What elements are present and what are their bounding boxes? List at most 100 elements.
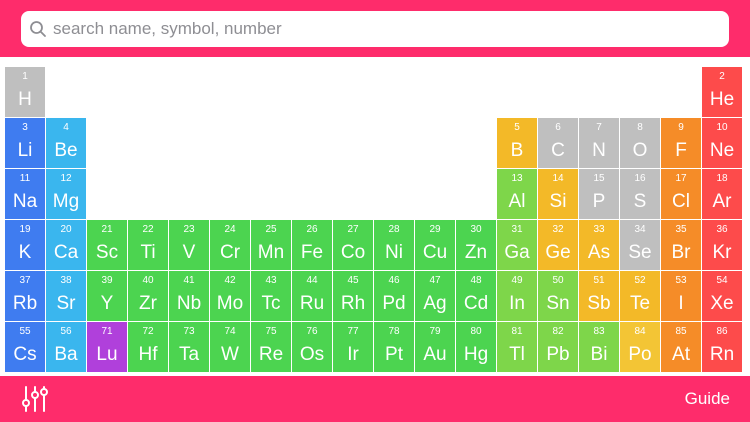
search-icon — [30, 21, 46, 37]
element-cell-o[interactable]: 8O — [620, 118, 660, 168]
search-bar[interactable] — [21, 11, 729, 47]
element-cell-f[interactable]: 9F — [661, 118, 701, 168]
element-cell-ge[interactable]: 32 Ge — [538, 220, 578, 270]
element-cell-p[interactable]: 15 P — [579, 169, 619, 219]
element-cell-pd[interactable]: 46 Pd — [374, 271, 414, 321]
element-cell-re[interactable]: 75 Re — [251, 322, 291, 372]
element-cell-si[interactable]: 14 Si — [538, 169, 578, 219]
element-cell-hf[interactable]: 72 Hf — [128, 322, 168, 372]
element-cell-tc[interactable]: 43 Tc — [251, 271, 291, 321]
element-cell-ir[interactable]: 77 Ir — [333, 322, 373, 372]
element-cell-ti[interactable]: 22 Ti — [128, 220, 168, 270]
element-cell-ag[interactable]: 47 Ag — [415, 271, 455, 321]
element-cell-os[interactable]: 76 Os — [292, 322, 332, 372]
element-cell-h[interactable]: 1H — [5, 67, 45, 117]
element-cell-xe[interactable]: 54 Xe — [702, 271, 742, 321]
element-cell-se[interactable]: 34 Se — [620, 220, 660, 270]
element-cell-rn[interactable]: 86 Rn — [702, 322, 742, 372]
element-cell-al[interactable]: 13 Al — [497, 169, 537, 219]
element-cell-rh[interactable]: 45 Rh — [333, 271, 373, 321]
element-symbol: Be — [54, 140, 78, 161]
atomic-number: 52 — [634, 275, 646, 286]
element-cell-zn[interactable]: 30 Zn — [456, 220, 496, 270]
element-cell-i[interactable]: 53 I — [661, 271, 701, 321]
element-symbol: F — [675, 140, 687, 161]
element-symbol: Cl — [672, 191, 690, 212]
element-cell-nb[interactable]: 41 Nb — [169, 271, 209, 321]
element-cell-au[interactable]: 79 Au — [415, 322, 455, 372]
element-symbol: Si — [549, 191, 567, 212]
element-cell-sb[interactable]: 51 Sb — [579, 271, 619, 321]
element-cell-na[interactable]: 11 Na — [5, 169, 45, 219]
element-cell-mg[interactable]: 12 Mg — [46, 169, 86, 219]
element-cell-in[interactable]: 49 In — [497, 271, 537, 321]
element-cell-ca[interactable]: 20 Ca — [46, 220, 86, 270]
element-cell-br[interactable]: 35 Br — [661, 220, 701, 270]
atomic-number: 20 — [60, 224, 72, 235]
element-cell-rb[interactable]: 37 Rb — [5, 271, 45, 321]
element-symbol: Ge — [545, 242, 571, 263]
element-cell-sn[interactable]: 50 Sn — [538, 271, 578, 321]
element-symbol: W — [221, 344, 239, 365]
element-cell-ga[interactable]: 31 Ga — [497, 220, 537, 270]
element-cell-li[interactable]: 3 Li — [5, 118, 45, 168]
element-symbol: Xe — [710, 293, 734, 314]
atomic-number: 51 — [593, 275, 605, 286]
atomic-number: 19 — [19, 224, 31, 235]
element-cell-be[interactable]: 4 Be — [46, 118, 86, 168]
element-cell-co[interactable]: 27 Co — [333, 220, 373, 270]
element-cell-hg[interactable]: 80 Hg — [456, 322, 496, 372]
element-cell-pb[interactable]: 82 Pb — [538, 322, 578, 372]
element-cell-ar[interactable]: 18 Ar — [702, 169, 742, 219]
atomic-number: 5 — [514, 122, 520, 133]
element-cell-he[interactable]: 2 He — [702, 67, 742, 117]
element-cell-tl[interactable]: 81 Tl — [497, 322, 537, 372]
element-cell-at[interactable]: 85 At — [661, 322, 701, 372]
element-cell-bi[interactable]: 83 Bi — [579, 322, 619, 372]
sliders-icon[interactable] — [20, 384, 50, 414]
element-cell-cu[interactable]: 29 Cu — [415, 220, 455, 270]
element-cell-w[interactable]: 74 W — [210, 322, 250, 372]
element-cell-s[interactable]: 16 S — [620, 169, 660, 219]
element-cell-mn[interactable]: 25 Mn — [251, 220, 291, 270]
element-cell-cl[interactable]: 17 Cl — [661, 169, 701, 219]
element-symbol: Zn — [464, 242, 488, 263]
search-input[interactable] — [53, 14, 713, 44]
atomic-number: 31 — [511, 224, 523, 235]
element-cell-zr[interactable]: 40 Zr — [128, 271, 168, 321]
element-symbol: C — [551, 140, 565, 161]
element-cell-fe[interactable]: 26 Fe — [292, 220, 332, 270]
element-cell-sc[interactable]: 21 Sc — [87, 220, 127, 270]
element-cell-as[interactable]: 33 As — [579, 220, 619, 270]
element-cell-ni[interactable]: 28 Ni — [374, 220, 414, 270]
element-cell-pt[interactable]: 78 Pt — [374, 322, 414, 372]
element-cell-ta[interactable]: 73 Ta — [169, 322, 209, 372]
element-cell-k[interactable]: 19 K — [5, 220, 45, 270]
element-cell-b[interactable]: 5B — [497, 118, 537, 168]
element-cell-lu[interactable]: 71 Lu — [87, 322, 127, 372]
guide-button[interactable]: Guide — [685, 388, 730, 410]
element-symbol: S — [633, 191, 647, 212]
element-cell-ru[interactable]: 44 Ru — [292, 271, 332, 321]
element-cell-c[interactable]: 6C — [538, 118, 578, 168]
atomic-number: 24 — [224, 224, 236, 235]
atomic-number: 82 — [552, 326, 564, 337]
element-cell-te[interactable]: 52 Te — [620, 271, 660, 321]
element-symbol: N — [592, 140, 606, 161]
atomic-number: 50 — [552, 275, 564, 286]
element-cell-ne[interactable]: 10 Ne — [702, 118, 742, 168]
element-cell-kr[interactable]: 36 Kr — [702, 220, 742, 270]
element-cell-y[interactable]: 39 Y — [87, 271, 127, 321]
element-cell-mo[interactable]: 42 Mo — [210, 271, 250, 321]
element-cell-n[interactable]: 7N — [579, 118, 619, 168]
element-cell-cs[interactable]: 55 Cs — [5, 322, 45, 372]
element-cell-ba[interactable]: 56 Ba — [46, 322, 86, 372]
element-symbol: Na — [12, 191, 38, 212]
element-cell-cd[interactable]: 48 Cd — [456, 271, 496, 321]
element-cell-cr[interactable]: 24 Cr — [210, 220, 250, 270]
element-cell-po[interactable]: 84 Po — [620, 322, 660, 372]
element-cell-sr[interactable]: 38 Sr — [46, 271, 86, 321]
element-cell-v[interactable]: 23 V — [169, 220, 209, 270]
atomic-number: 80 — [470, 326, 482, 337]
element-symbol: Kr — [712, 242, 732, 263]
